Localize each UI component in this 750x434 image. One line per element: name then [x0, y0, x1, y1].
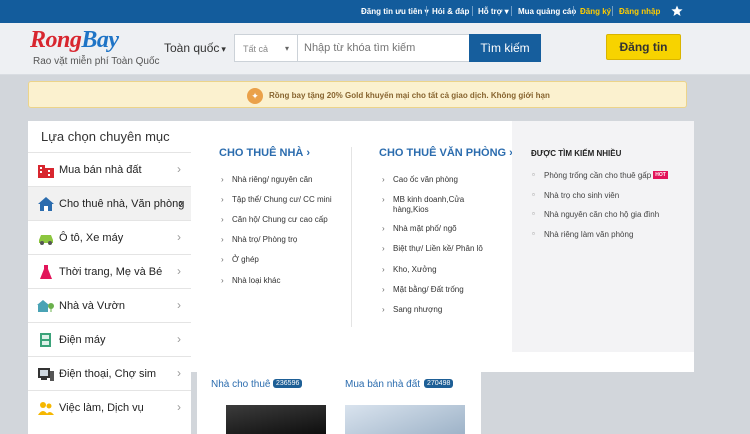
sidebar-item-label: Điện thoại, Chợ sim: [59, 368, 157, 380]
submenu-link[interactable]: Sang nhượng: [382, 305, 442, 315]
submenu-link[interactable]: Mặt bằng/ Đất trống: [382, 285, 464, 295]
sidebar-item-rental[interactable]: Cho thuê nhà, Văn phòng ›: [28, 186, 191, 220]
sidebar-title: Lựa chọn chuyên mục: [41, 129, 170, 144]
category-mega-menu: CHO THUÊ NHÀ › Nhà riêng/ nguyên căn Tập…: [191, 121, 694, 372]
chevron-right-icon: ›: [177, 264, 181, 278]
submenu-link[interactable]: Nhà loại khác: [221, 276, 281, 286]
sidebar-item-vehicles[interactable]: Ô tô, Xe máy ›: [28, 220, 191, 254]
popular-link[interactable]: Phòng trống cần cho thuê gấpHOT: [532, 170, 668, 180]
rental-office-heading[interactable]: CHO THUÊ VĂN PHÒNG ›: [379, 147, 513, 159]
buy-ads-link[interactable]: Mua quảng cáo: [518, 7, 576, 16]
popular-link[interactable]: Nhà riêng làm văn phòng: [532, 229, 633, 239]
divider: [351, 147, 352, 327]
gift-icon: ✦: [247, 88, 263, 104]
chevron-right-icon: ›: [177, 366, 181, 380]
phone-icon: [38, 368, 54, 381]
category-sidebar: Lựa chọn chuyên mục Mua bán nhà đất › Ch…: [28, 121, 191, 434]
submenu-link[interactable]: Biệt thự/ Liền kề/ Phân lô: [382, 244, 483, 254]
submenu-link[interactable]: Căn hộ/ Chung cư cao cấp: [221, 215, 328, 225]
sidebar-item-label: Nhà và Vườn: [59, 300, 125, 312]
people-icon: [38, 402, 54, 415]
sidebar-item-fashion[interactable]: Thời trang, Mẹ và Bé ›: [28, 254, 191, 288]
sidebar-item-label: Việc làm, Dịch vụ: [59, 402, 144, 414]
promo-banner: ✦ Rồng bay tặng 20% Gold khuyến mại cho …: [28, 81, 687, 108]
count-badge: 270498: [424, 379, 454, 388]
divider: [612, 6, 613, 16]
building-icon: [38, 165, 54, 178]
car-icon: [39, 235, 53, 245]
top-bar: Đăng tin ưu tiên ▾ Hỏi & đáp Hỗ trợ ▾ Mu…: [0, 0, 750, 23]
hot-badge: HOT: [653, 171, 668, 179]
sidebar-item-label: Mua bán nhà đất: [59, 164, 142, 176]
sidebar-item-phones[interactable]: Điện thoại, Chợ sim ›: [28, 356, 191, 390]
sidebar-item-label: Ô tô, Xe máy: [59, 232, 124, 244]
popular-searches-title: ĐƯỢC TÌM KIẾM NHIỀU: [531, 149, 622, 158]
popular-searches-panel: ĐƯỢC TÌM KIẾM NHIỀU Phòng trống cần cho …: [512, 121, 694, 352]
section-title[interactable]: Nhà cho thuê: [211, 379, 271, 390]
chevron-down-icon: ▾: [285, 44, 290, 53]
listing-thumbnail[interactable]: [345, 405, 465, 434]
submenu-link[interactable]: Kho, Xưởng: [382, 265, 436, 275]
sidebar-item-jobs[interactable]: Việc làm, Dịch vụ ›: [28, 390, 191, 424]
register-link[interactable]: Đăng ký: [580, 7, 611, 16]
submenu-link[interactable]: Nhà riêng/ nguyên căn: [221, 175, 312, 185]
listing-thumbnail[interactable]: [226, 405, 326, 434]
post-ad-button[interactable]: Đăng tin: [606, 34, 681, 60]
chevron-right-icon: ›: [177, 298, 181, 312]
submenu-link[interactable]: Nhà trọ/ Phòng trọ: [221, 235, 297, 245]
star-icon[interactable]: [671, 5, 683, 17]
sidebar-item-label: Thời trang, Mẹ và Bé: [59, 266, 163, 278]
popular-link[interactable]: Nhà trọ cho sinh viên: [532, 190, 619, 200]
search-input[interactable]: [297, 34, 470, 62]
login-link[interactable]: Đăng nhập: [619, 7, 660, 16]
chevron-right-icon: ›: [177, 162, 181, 176]
house-icon: [38, 197, 54, 211]
sidebar-item-home-garden[interactable]: Nhà và Vườn ›: [28, 288, 191, 322]
submenu-link[interactable]: Tập thể/ Chung cư/ CC mini: [221, 195, 332, 205]
qa-link[interactable]: Hỏi & đáp: [432, 7, 469, 16]
slogan: Rao vặt miễn phí Toàn Quốc: [33, 56, 160, 67]
sidebar-item-label: Cho thuê nhà, Văn phòng: [59, 198, 185, 210]
chevron-right-icon: ›: [179, 196, 183, 210]
submenu-link[interactable]: MB kinh doanh,Cửa hàng,Kios: [382, 195, 478, 215]
support-link[interactable]: Hỗ trợ ▾: [478, 7, 509, 16]
rental-house-heading[interactable]: CHO THUÊ NHÀ ›: [219, 147, 310, 159]
priority-post-link[interactable]: Đăng tin ưu tiên ▾: [361, 7, 429, 16]
search-button[interactable]: Tìm kiếm: [469, 34, 541, 62]
appliance-icon: [40, 333, 51, 347]
submenu-link[interactable]: Ở ghép: [221, 255, 259, 265]
location-select[interactable]: Toàn quốc ▾: [164, 41, 226, 55]
dress-icon: [40, 265, 52, 279]
count-badge: 236596: [273, 379, 303, 388]
chevron-down-icon: ▾: [221, 44, 226, 54]
logo[interactable]: RongBay: [30, 27, 119, 54]
garden-house-icon: [37, 300, 54, 312]
chevron-right-icon: ›: [177, 230, 181, 244]
sidebar-item-real-estate[interactable]: Mua bán nhà đất ›: [28, 152, 191, 186]
sidebar-item-appliances[interactable]: Điện máy ›: [28, 322, 191, 356]
popular-link[interactable]: Nhà nguyên căn cho hộ gia đình: [532, 209, 659, 219]
promo-text: Rồng bay tặng 20% Gold khuyến mại cho tấ…: [269, 91, 550, 100]
divider: [511, 6, 512, 16]
section-title[interactable]: Mua bán nhà đất: [345, 379, 420, 390]
submenu-link[interactable]: Nhà mặt phố/ ngõ: [382, 224, 457, 234]
listing-section: Nhà cho thuê 236596 Mua bán nhà đất 2704…: [197, 372, 481, 434]
divider: [472, 6, 473, 16]
chevron-right-icon: ›: [177, 400, 181, 414]
sidebar-item-label: Điện máy: [59, 334, 106, 346]
chevron-right-icon: ›: [177, 332, 181, 346]
divider: [426, 6, 427, 16]
divider: [573, 6, 574, 16]
category-select[interactable]: Tất cả ▾: [234, 34, 298, 62]
submenu-link[interactable]: Cao ốc văn phòng: [382, 175, 458, 185]
header: RongBay Rao vặt miễn phí Toàn Quốc Toàn …: [0, 23, 750, 75]
